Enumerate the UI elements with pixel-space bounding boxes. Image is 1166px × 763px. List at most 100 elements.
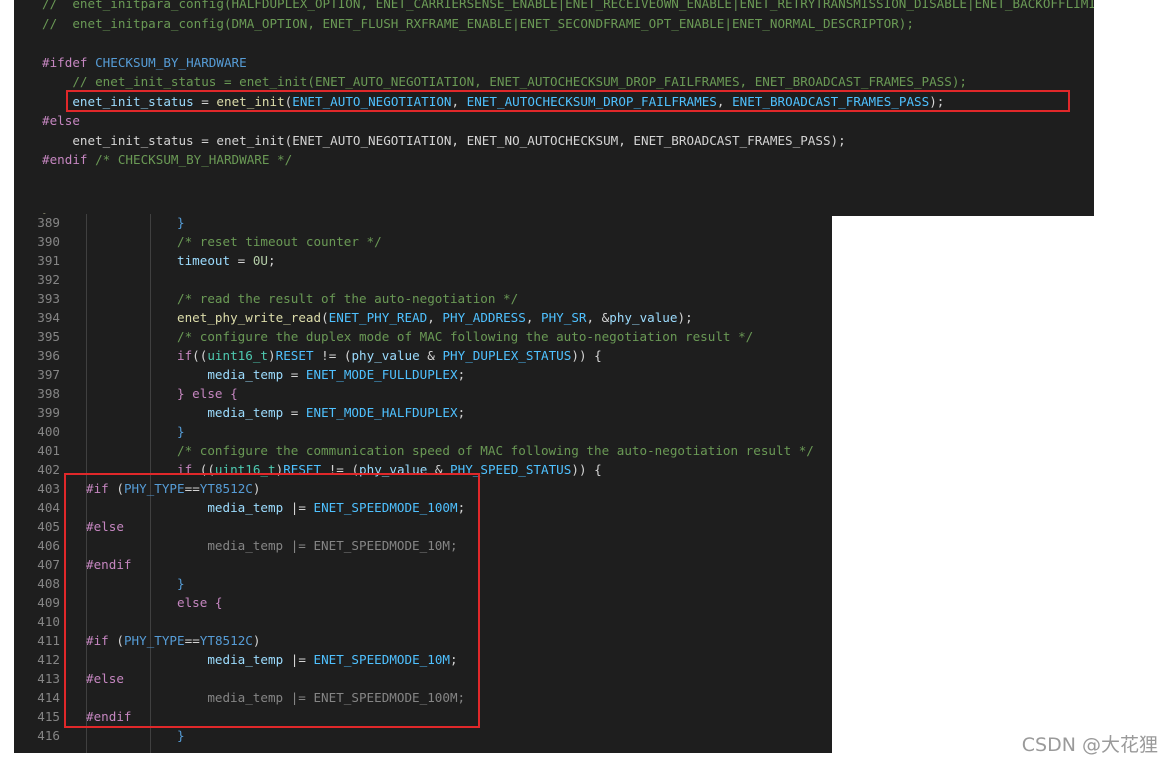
code-token: /* reset timeout counter */ [177,234,382,249]
code-token: media_temp [207,652,284,667]
code-line: /* configure the communication speed of … [86,441,814,460]
code-line: // enet_initpara_config(DMA_OPTION, ENET… [42,14,914,33]
code-token: ENET_SPEEDMODE_10M [313,652,450,667]
code-line: /* reset timeout counter */ [86,232,382,251]
code-token: RESET [283,462,322,477]
code-token: enet_init [216,93,285,109]
code-line: #else [86,517,124,536]
code-token: media_temp [207,405,284,420]
code-token: ) [268,348,276,363]
code-token: (( [192,348,208,363]
code-token: = [230,253,253,268]
line-number: 412 [37,652,60,667]
code-token: ENET_AUTOCHECKSUM_DROP_FAILFRAMES [466,93,717,109]
line-number: 399 [37,405,60,420]
code-line: if((uint16_t)RESET != (phy_value & PHY_D… [86,346,602,365]
code-token: // enet_initpara_config(HALFDUPLEX_OPTIO… [42,0,1094,11]
code-token: (( [192,462,215,477]
line-number: 389 [37,215,60,230]
code-line: #endif /* CHECKSUM_BY_HARDWARE */ [42,150,292,169]
code-token: & [427,462,451,477]
line-number: 414 [37,690,60,705]
code-line: #if (PHY_TYPE==YT8512C) [86,631,260,650]
code-token: phy_value [359,462,428,477]
code-token: )) { [571,348,602,363]
code-token: if [177,462,193,477]
code-token: PHY_TYPE [123,633,185,648]
code-token: ) [252,633,261,648]
code-token: PHY_SPEED_STATUS [450,462,572,477]
code-token: == [184,481,200,496]
code-token: media_temp [207,500,284,515]
line-number: 393 [37,291,60,306]
code-token: YT8512C [199,633,253,648]
code-token: ( [116,633,124,648]
code-token: , [716,93,733,109]
code-line: media_temp |= ENET_SPEEDMODE_10M; [86,536,457,555]
watermark: CSDN @大花狸 [1021,734,1158,756]
code-token: = [283,367,306,382]
code-line: media_temp = ENET_MODE_HALFDUPLEX; [86,403,465,422]
code-token: /* configure the duplex mode of MAC foll… [177,329,754,344]
code-token: ENET_MODE_FULLDUPLEX [305,367,458,382]
code-token: ; [449,652,458,667]
code-line: /* read the result of the auto-negotiati… [86,289,518,308]
code-line: } [86,726,185,745]
code-token: != ( [313,348,352,363]
line-number: 397 [37,367,60,382]
code-line: } [86,214,185,232]
code-token: PHY_TYPE [123,481,185,496]
code-line: } [86,574,185,593]
code-token: } [177,728,185,743]
code-token: #endif [42,152,96,167]
code-token: ENET_SPEEDMODE_100M [313,500,458,515]
code-token: ; [457,367,466,382]
code-token: #if [86,481,117,496]
code-token: enet_init_status = enet_init(ENET_AUTO_N… [42,132,846,148]
code-token: #endif [86,709,132,724]
code-token: ENET_BROADCAST_FRAMES_PASS [732,93,930,109]
code-token: ); [929,93,945,109]
line-number: 392 [37,272,60,287]
line-number: 408 [37,576,60,591]
code-line: #if (PHY_TYPE==YT8512C) [86,479,260,498]
code-token: if [177,348,193,363]
line-number: 407 [37,557,60,572]
code-line: enet_init_status = enet_init(ENET_AUTO_N… [42,131,846,150]
code-token: else { [177,595,223,610]
code-token: PHY_DUPLEX_STATUS [442,348,572,363]
line-number: 410 [37,614,60,629]
code-token: // enet_init_status = enet_init(ENET_AUT… [42,74,968,89]
code-line: #endif [86,555,132,574]
line-number: 402 [37,462,60,477]
code-line: // enet_initpara_config(HALFDUPLEX_OPTIO… [42,0,1094,13]
code-line: else { [86,593,223,612]
code-token: )) { [571,462,602,477]
code-token: RESET [275,348,314,363]
code-editor-top: // enet_initpara_config(HALFDUPLEX_OPTIO… [14,0,1094,216]
code-token: // enet_initpara_config(DMA_OPTION, ENET… [42,15,914,31]
code-token: /* read the result of the auto-negotiati… [177,291,519,306]
code-token: enet_phy_write_read [177,310,322,325]
code-token: ( [321,310,329,325]
code-line: enet_init_status = enet_init(ENET_AUTO_N… [42,92,944,111]
code-token: PHY_SR [540,310,587,325]
code-line: #endif [86,707,132,726]
line-number: 391 [37,253,60,268]
line-number: 396 [37,348,60,363]
code-token: enet_init_status [72,93,194,109]
code-token: & [419,348,443,363]
code-token: PHY_ADDRESS [442,310,526,325]
line-number: 395 [37,329,60,344]
code-token: ; [268,253,276,268]
code-token: |= [283,652,314,667]
